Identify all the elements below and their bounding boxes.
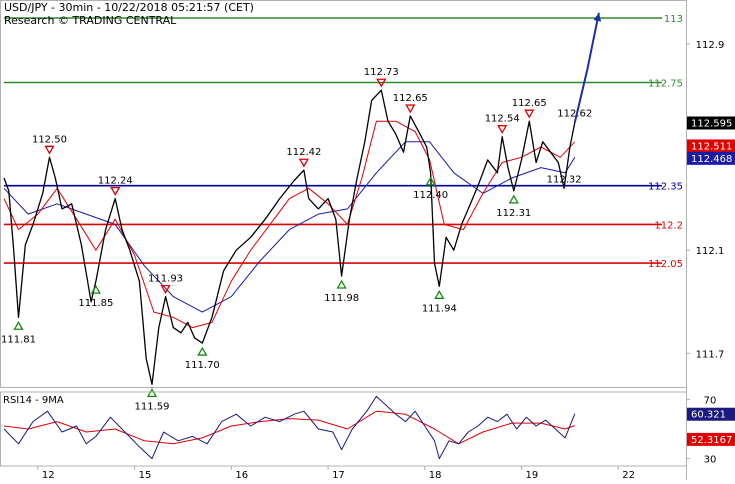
trough-marker-1 [15, 322, 23, 329]
rsi-line [4, 396, 575, 458]
peak-marker-14 [525, 110, 533, 117]
trough-label-12: 111.94 [422, 303, 457, 314]
level-label-112.2: 112.2 [654, 220, 683, 231]
trough-label-8: 111.98 [324, 293, 359, 304]
peak-label-10: 112.65 [393, 93, 428, 104]
y-tick-label-112.9: 112.9 [696, 40, 725, 51]
ma-slow-line [4, 142, 575, 312]
trough-marker-8 [338, 281, 346, 288]
x-tick-label-16: 16 [235, 470, 248, 480]
peak-marker-0 [45, 146, 53, 153]
x-tick-label-12: 12 [42, 470, 55, 480]
trough-label-5: 111.59 [135, 401, 170, 412]
chart-canvas: 113 112.75 112.35 112.2 112.05 112.50 111.81 11… [0, 0, 735, 480]
x-tick-label-22: 22 [622, 470, 635, 480]
x-tick-label-15: 15 [139, 470, 152, 480]
value-label-17: 112.62 [557, 108, 592, 119]
peak-label-2: 112.24 [98, 176, 133, 187]
peak-label-0: 112.50 [32, 134, 67, 145]
rsi-last-label: 60.321 [691, 410, 726, 421]
peak-label-9: 112.73 [364, 67, 399, 78]
y-tick-label-112.1: 112.1 [696, 246, 725, 257]
x-tick-label-17: 17 [332, 470, 345, 480]
chart-source: Research © TRADING CENTRAL [4, 14, 176, 27]
trough-marker-5 [148, 389, 156, 396]
rsi-frame [1, 392, 687, 466]
last-price-label: 112.595 [691, 118, 732, 129]
y-tick-label-111.7: 111.7 [696, 349, 725, 360]
level-label-113: 113 [664, 14, 683, 25]
peak-label-4: 111.93 [148, 274, 183, 285]
trough-marker-15 [510, 196, 518, 203]
value-label-16: 112.32 [547, 174, 582, 185]
peak-label-13: 112.54 [485, 114, 520, 125]
x-tick-label-18: 18 [429, 470, 442, 480]
trough-label-15: 112.31 [496, 208, 531, 219]
peak-marker-10 [406, 105, 414, 112]
rsi-title: RSI14 - 9MA [3, 395, 64, 406]
rsi-ma-last-label: 52.3167 [691, 435, 732, 446]
trough-marker-3 [92, 286, 100, 293]
trough-label-3: 111.85 [78, 298, 113, 309]
level-label-112.05: 112.05 [648, 259, 683, 270]
projection-arrow [575, 13, 599, 123]
trough-label-1: 111.81 [1, 334, 36, 345]
price-frame [1, 1, 687, 388]
x-tick-label-19: 19 [526, 470, 539, 480]
price-line [4, 90, 575, 384]
price-panel: 113 112.75 112.35 112.2 112.05 112.50 111.81 11… [1, 0, 735, 480]
rsi-tick-label-70: 70 [704, 395, 717, 406]
trough-label-6: 111.70 [185, 360, 220, 371]
rsi-tick-label-30: 30 [704, 455, 717, 466]
rsi-panel: 12 15 16 17 18 19 22 RSI14 - 9MA 70 30 60.321 52.31… [1, 392, 735, 480]
peak-marker-2 [111, 188, 119, 195]
peak-label-7: 112.42 [286, 147, 321, 158]
ma-fast-last-label: 112.511 [691, 141, 732, 152]
trough-marker-12 [435, 291, 443, 298]
trough-label-11: 112.40 [413, 190, 448, 201]
chart-title: USD/JPY - 30min - 10/22/2018 05:21:57 (C… [4, 1, 254, 14]
ma-slow-last-label: 112.468 [691, 154, 732, 165]
peak-marker-7 [300, 159, 308, 166]
trough-marker-6 [198, 348, 206, 355]
peak-marker-13 [498, 126, 506, 133]
chart-window: 113 112.75 112.35 112.2 112.05 112.50 111.81 11… [0, 0, 735, 480]
peak-label-14: 112.65 [512, 98, 547, 109]
level-label-112.35: 112.35 [648, 182, 683, 193]
level-label-112.75: 112.75 [648, 79, 683, 90]
